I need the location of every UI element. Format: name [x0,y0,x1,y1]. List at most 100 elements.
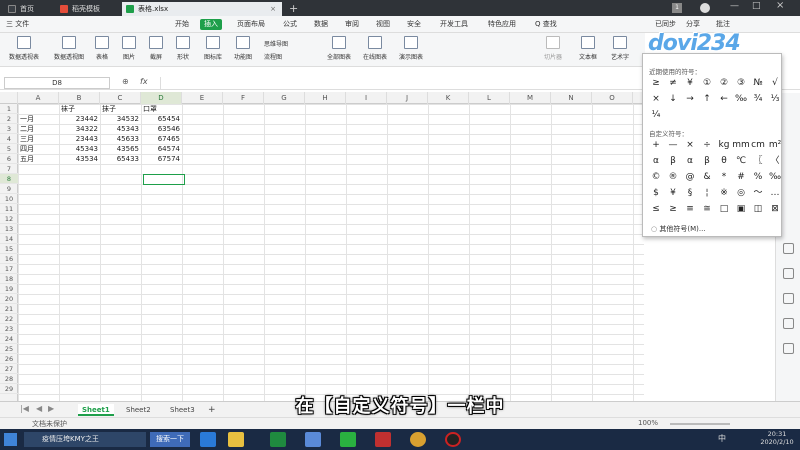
comment-button[interactable]: 批注 [716,19,730,30]
row-header-10[interactable]: 10 [0,194,18,204]
custom-symbol[interactable]: □ [715,202,733,216]
formula-input[interactable] [160,77,640,89]
column-header-c[interactable]: C [100,92,141,104]
table-cell[interactable]: 43565 [100,144,141,154]
custom-symbol[interactable]: $ [647,186,665,200]
row-header-7[interactable]: 7 [0,164,18,174]
share-button[interactable]: 分享 [686,19,700,30]
row-header-21[interactable]: 21 [0,304,18,314]
custom-symbol[interactable]: × [681,138,699,152]
column-header-g[interactable]: G [264,92,305,104]
row-header-4[interactable]: 4 [0,134,18,144]
recent-symbol[interactable]: ⅓ [766,92,784,106]
custom-symbol[interactable]: m² [766,138,784,152]
recent-symbol[interactable]: ← [715,92,733,106]
sidebar-share-icon[interactable] [783,343,794,354]
row-header-11[interactable]: 11 [0,204,18,214]
table-cell[interactable]: 43534 [59,154,100,164]
custom-symbol[interactable]: ¥ [664,186,682,200]
menu-formula[interactable]: 公式 [283,19,297,30]
row-header-24[interactable]: 24 [0,334,18,344]
menu-start[interactable]: 开始 [175,19,189,30]
sidebar-backup-icon[interactable] [783,318,794,329]
row-header-15[interactable]: 15 [0,244,18,254]
close-tab-icon[interactable]: × [270,2,276,16]
sidebar-select-icon[interactable] [783,243,794,254]
sidebar-settings-icon[interactable] [783,293,794,304]
online-charts-button[interactable]: 在线图表 [358,36,392,61]
slicer-button[interactable]: 切片器 [540,36,566,61]
pivot-chart-button[interactable]: 数据透视图 [48,36,90,61]
table-cell[interactable]: 23442 [59,114,100,124]
row-header-9[interactable]: 9 [0,184,18,194]
recent-symbol[interactable]: × [647,92,665,106]
recent-symbol[interactable]: ③ [732,76,750,90]
pivot-table-button[interactable]: 数据透视表 [4,36,44,61]
table-cell[interactable]: 63546 [141,124,182,134]
custom-symbol[interactable]: # [732,170,750,184]
custom-symbol[interactable]: % [749,170,767,184]
table-cell[interactable]: 67465 [141,134,182,144]
wechat-icon[interactable] [340,432,356,447]
custom-symbol[interactable]: ▣ [732,202,750,216]
maximize-icon[interactable]: □ [752,1,761,11]
recent-symbol[interactable]: ② [715,76,733,90]
column-header-k[interactable]: K [428,92,469,104]
menu-data[interactable]: 数据 [314,19,328,30]
more-symbols-link[interactable]: ○ 其他符号(M)... [651,224,706,234]
recent-symbol[interactable]: → [681,92,699,106]
taskbar-app-1[interactable]: 疫情压垮KMY之王 [24,432,146,447]
custom-symbol[interactable]: ≤ [647,202,665,216]
selected-cell[interactable] [143,174,185,185]
recent-symbol[interactable]: ↓ [664,92,682,106]
custom-symbol[interactable]: ～ [749,186,767,200]
recent-symbol[interactable]: √ [766,76,784,90]
column-header-m[interactable]: M [510,92,551,104]
explorer-icon[interactable] [228,432,244,447]
recent-symbol[interactable]: ‰ [732,92,750,106]
row-header-16[interactable]: 16 [0,254,18,264]
table-cell[interactable]: 64574 [141,144,182,154]
row-header-27[interactable]: 27 [0,364,18,374]
custom-symbol[interactable]: ≡ [681,202,699,216]
table-cell[interactable]: 一月 [18,114,59,124]
custom-symbol[interactable]: β [664,154,682,168]
textbox-button[interactable]: 文本框 [574,36,602,61]
custom-symbol[interactable]: & [698,170,716,184]
zoom-search-icon[interactable]: ⊕ [122,77,129,86]
custom-symbol[interactable]: ¦ [698,186,716,200]
tab-docer-template[interactable]: 稻壳模板 [56,2,120,16]
custom-symbol[interactable]: § [681,186,699,200]
custom-symbol[interactable]: mm [732,138,750,152]
recent-symbol[interactable]: ¼ [647,108,665,122]
custom-symbol[interactable]: ® [664,170,682,184]
menu-developer-tools[interactable]: 开发工具 [440,19,468,30]
table-cell[interactable]: 34532 [100,114,141,124]
row-header-22[interactable]: 22 [0,314,18,324]
custom-symbol[interactable]: ※ [715,186,733,200]
row-header-19[interactable]: 19 [0,284,18,294]
table-cell[interactable]: 口罩 [141,104,182,114]
custom-symbol[interactable]: … [766,186,784,200]
menu-security[interactable]: 安全 [407,19,421,30]
column-header-i[interactable]: I [346,92,387,104]
recent-symbol[interactable]: ① [698,76,716,90]
column-header-o[interactable]: O [592,92,633,104]
row-header-25[interactable]: 25 [0,344,18,354]
column-header-h[interactable]: H [305,92,346,104]
table-cell[interactable]: 65454 [141,114,182,124]
menu-page-layout[interactable]: 页面布局 [237,19,265,30]
tab-home[interactable]: 首页 [4,2,54,16]
table-cell[interactable]: 袜子 [59,104,100,114]
tab-spreadsheet[interactable]: 表格.xlsx × [122,2,282,16]
column-header-l[interactable]: L [469,92,510,104]
custom-symbol[interactable]: ◎ [732,186,750,200]
custom-symbol[interactable]: © [647,170,665,184]
store-icon[interactable] [270,432,286,447]
mind-map-button[interactable]: 思维导图 [264,39,308,48]
taskbar-search[interactable]: 搜索一下 [150,432,190,447]
table-cell[interactable]: 五月 [18,154,59,164]
search-button[interactable]: Q 查找 [535,19,557,30]
recent-symbol[interactable]: ¾ [749,92,767,106]
row-header-12[interactable]: 12 [0,214,18,224]
